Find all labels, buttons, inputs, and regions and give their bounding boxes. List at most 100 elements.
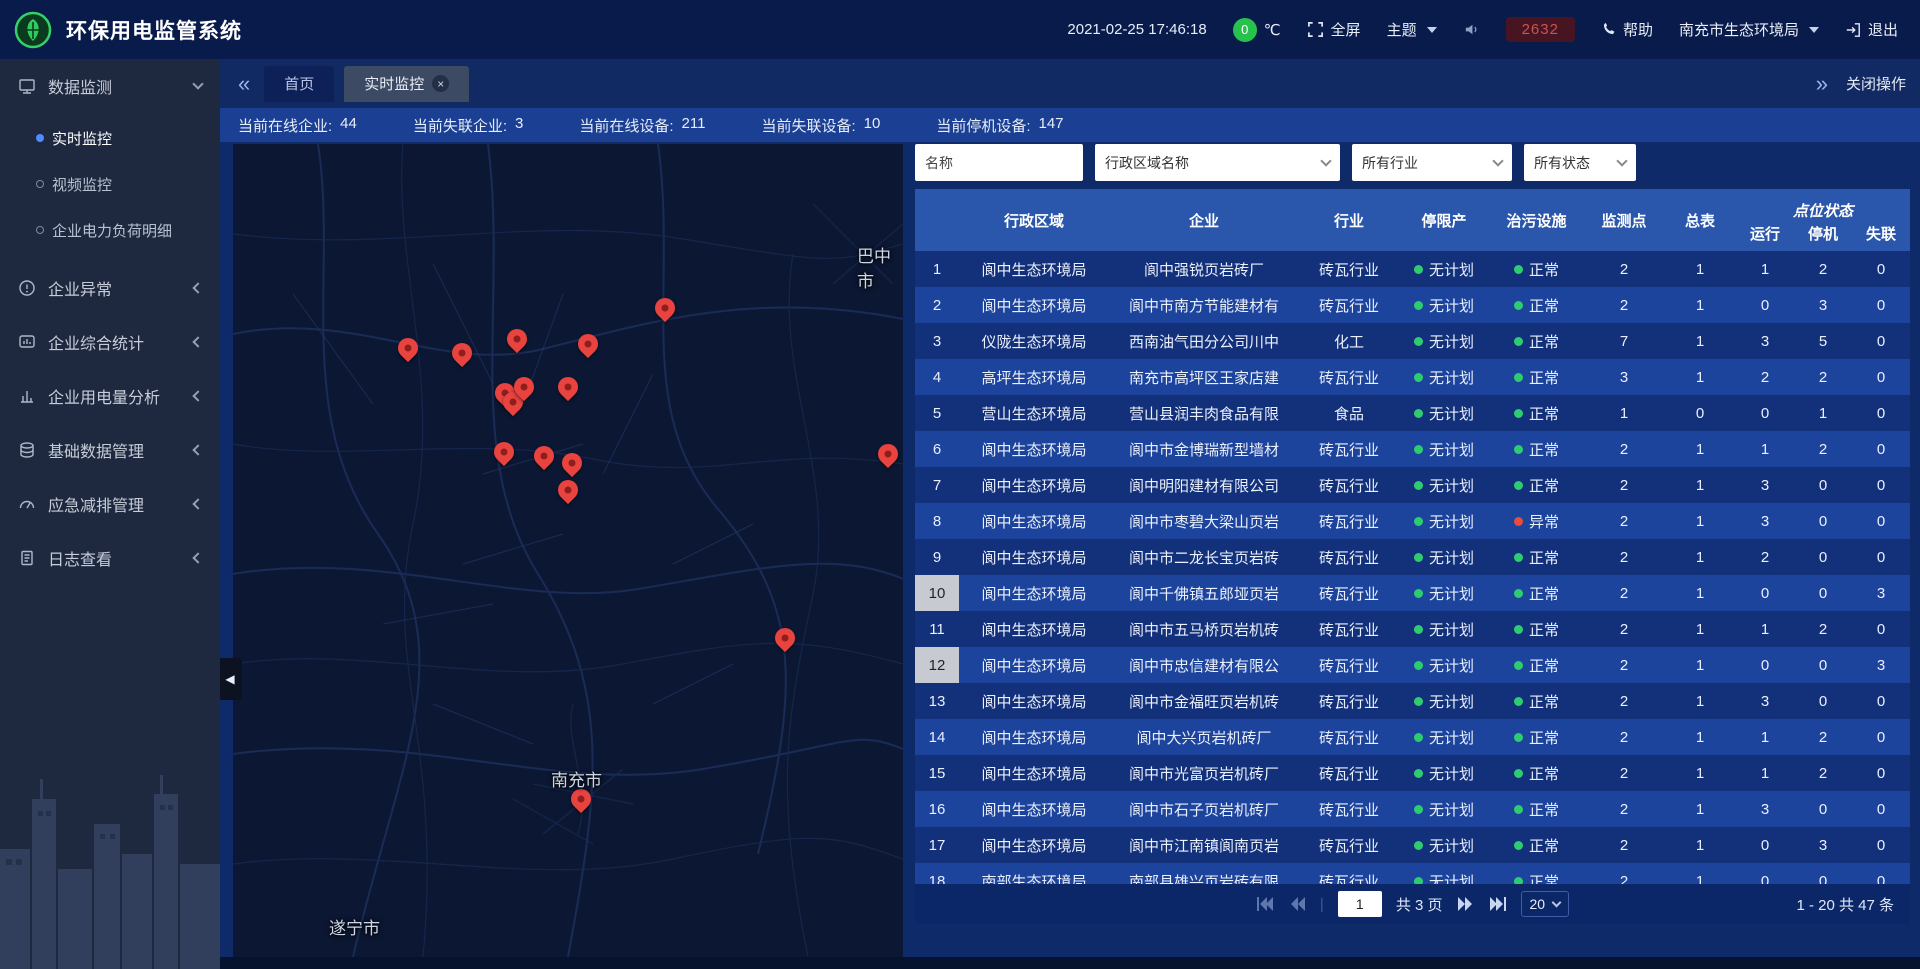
table-row[interactable]: 15阆中生态环境局阆中市光富页岩机砖厂砖瓦行业无计划正常21120 <box>915 755 1910 791</box>
sidebar-collapse-handle[interactable]: ◀ <box>218 658 242 700</box>
cell-stop: 1 <box>1794 395 1852 431</box>
tabs-scroll-left-icon[interactable]: « <box>234 73 254 95</box>
map-pin[interactable] <box>574 330 602 358</box>
sidebar-group-data-monitoring[interactable]: 数据监测 <box>0 59 220 113</box>
fullscreen-button[interactable]: 全屏 <box>1307 19 1361 40</box>
map-pin[interactable] <box>771 624 799 652</box>
cell-meter: 1 <box>1664 575 1736 611</box>
cell-index: 9 <box>915 539 959 575</box>
cell-industry: 砖瓦行业 <box>1299 863 1399 884</box>
table-row[interactable]: 13阆中生态环境局阆中市金福旺页岩机砖砖瓦行业无计划正常21300 <box>915 683 1910 719</box>
table-row[interactable]: 7阆中生态环境局阆中明阳建材有限公司砖瓦行业无计划正常21300 <box>915 467 1910 503</box>
map-pin[interactable] <box>874 440 902 468</box>
cell-industry: 砖瓦行业 <box>1299 611 1399 647</box>
table-row[interactable]: 3仪陇生态环境局西南油气田分公司川中化工无计划正常71350 <box>915 323 1910 359</box>
table-row[interactable]: 11阆中生态环境局阆中市五马桥页岩机砖砖瓦行业无计划正常21120 <box>915 611 1910 647</box>
table-row[interactable]: 1阆中生态环境局阆中强锐页岩砖厂砖瓦行业无计划正常21120 <box>915 251 1910 287</box>
table-row[interactable]: 9阆中生态环境局阆中市二龙长宝页岩砖砖瓦行业无计划正常21200 <box>915 539 1910 575</box>
sidebar-group-power-analysis[interactable]: 企业用电量分析 <box>0 369 220 423</box>
cell-run: 2 <box>1736 539 1794 575</box>
region-select[interactable]: 行政区域名称 <box>1095 144 1340 181</box>
status-select[interactable]: 所有状态 <box>1524 144 1636 181</box>
industry-select[interactable]: 所有行业 <box>1352 144 1512 181</box>
sidebar-group-enterprise-statistics[interactable]: 企业综合统计 <box>0 315 220 369</box>
notification-badge[interactable]: 2632 <box>1506 17 1575 42</box>
map-pin[interactable] <box>394 334 422 362</box>
cell-region: 阆中生态环境局 <box>959 611 1109 647</box>
status-dot-green <box>1514 301 1523 310</box>
bureau-dropdown[interactable]: 南充市生态环境局 <box>1679 19 1819 40</box>
sidebar-group-emergency-reduction[interactable]: 应急减排管理 <box>0 477 220 531</box>
name-search-input[interactable] <box>915 144 1083 181</box>
cell-facility: 正常 <box>1489 359 1584 395</box>
tab-close-icon[interactable]: × <box>432 75 449 92</box>
status-dot-green <box>1414 589 1423 598</box>
cell-region: 阆中生态环境局 <box>959 431 1109 467</box>
tab-home[interactable]: 首页 <box>264 66 334 102</box>
page-number-input[interactable] <box>1338 891 1382 917</box>
cell-company: 阆中强锐页岩砖厂 <box>1109 251 1299 287</box>
table-row[interactable]: 5营山生态环境局营山县润丰肉食品有限食品无计划正常10010 <box>915 395 1910 431</box>
tab-realtime-monitoring[interactable]: 实时监控 × <box>344 66 469 102</box>
cell-limit: 无计划 <box>1399 719 1489 755</box>
table-row[interactable]: 12阆中生态环境局阆中市忠信建材有限公砖瓦行业无计划正常21003 <box>915 647 1910 683</box>
table-row[interactable]: 10阆中生态环境局阆中千佛镇五郎垭页岩砖瓦行业无计划正常21003 <box>915 575 1910 611</box>
table-row[interactable]: 4高坪生态环境局南充市高坪区王家店建砖瓦行业无计划正常31220 <box>915 359 1910 395</box>
logout-button[interactable]: 退出 <box>1845 19 1898 40</box>
status-dot-green <box>1514 769 1523 778</box>
table-row[interactable]: 14阆中生态环境局阆中大兴页岩机砖厂砖瓦行业无计划正常21120 <box>915 719 1910 755</box>
map-pin[interactable] <box>651 294 679 322</box>
map-pin[interactable] <box>503 325 531 353</box>
cell-limit: 无计划 <box>1399 611 1489 647</box>
prev-page-button[interactable] <box>1288 896 1306 912</box>
cell-stop: 3 <box>1794 827 1852 863</box>
last-page-button[interactable] <box>1489 896 1507 912</box>
page-size-select[interactable]: 20 <box>1521 891 1570 917</box>
sidebar-group-log-view[interactable]: 日志查看 <box>0 531 220 585</box>
table-row[interactable]: 8阆中生态环境局阆中市枣碧大梁山页岩砖瓦行业无计划异常21300 <box>915 503 1910 539</box>
map-panel[interactable]: 巴中市 南充市 遂宁市 <box>233 144 903 957</box>
map-pin[interactable] <box>448 339 476 367</box>
sidebar-item-video-monitoring[interactable]: 视频监控 <box>0 161 220 207</box>
sidebar-group-enterprise-abnormal[interactable]: 企业异常 <box>0 261 220 315</box>
first-page-button[interactable] <box>1256 896 1274 912</box>
status-dot-green <box>1514 697 1523 706</box>
help-button[interactable]: 帮助 <box>1601 19 1653 40</box>
cell-meter: 1 <box>1664 359 1736 395</box>
map-pin[interactable] <box>558 449 586 477</box>
sidebar-group-base-data[interactable]: 基础数据管理 <box>0 423 220 477</box>
map-pin-layer <box>233 144 903 957</box>
status-dot-green <box>1514 877 1523 885</box>
table-row[interactable]: 16阆中生态环境局阆中市石子页岩机砖厂砖瓦行业无计划正常21300 <box>915 791 1910 827</box>
cell-lost: 0 <box>1852 755 1910 791</box>
gauge-icon <box>18 495 36 513</box>
map-pin[interactable] <box>554 476 582 504</box>
volume-button[interactable] <box>1463 21 1480 38</box>
table-row[interactable]: 17阆中生态环境局阆中市江南镇阆南页岩砖瓦行业无计划正常21030 <box>915 827 1910 863</box>
map-pin[interactable] <box>490 438 518 466</box>
next-page-button[interactable] <box>1457 896 1475 912</box>
table-row[interactable]: 2阆中生态环境局阆中市南方节能建材有砖瓦行业无计划正常21030 <box>915 287 1910 323</box>
cell-company: 阆中市南方节能建材有 <box>1109 287 1299 323</box>
close-operations-button[interactable]: 关闭操作 <box>1846 73 1906 94</box>
cell-region: 阆中生态环境局 <box>959 827 1109 863</box>
cell-industry: 砖瓦行业 <box>1299 287 1399 323</box>
tabs-scroll-right-icon[interactable]: » <box>1812 73 1832 95</box>
map-pin[interactable] <box>554 373 582 401</box>
theme-dropdown[interactable]: 主题 <box>1387 19 1437 40</box>
stat-stopped-devices: 当前停机设备:147 <box>936 115 1063 136</box>
stat-value: 44 <box>340 115 357 136</box>
table-row[interactable]: 6阆中生态环境局阆中市金博瑞新型墙材砖瓦行业无计划正常21120 <box>915 431 1910 467</box>
cell-company: 营山县润丰肉食品有限 <box>1109 395 1299 431</box>
map-pin[interactable] <box>530 442 558 470</box>
table-row[interactable]: 18南部生态环境局南部县雄兴页岩砖有限砖瓦行业无计划正常21000 <box>915 863 1910 884</box>
status-dot-green <box>1514 481 1523 490</box>
cell-limit: 无计划 <box>1399 863 1489 884</box>
sidebar-item-power-load-detail[interactable]: 企业电力负荷明细 <box>0 207 220 253</box>
top-bar: 环保用电监管系统 2021-02-25 17:46:18 0 ℃ 全屏 主题 <box>0 0 1920 59</box>
status-dot-green <box>1414 625 1423 634</box>
cell-company: 南部县雄兴页岩砖有限 <box>1109 863 1299 884</box>
cell-points: 3 <box>1584 359 1664 395</box>
sidebar-item-realtime-monitoring[interactable]: 实时监控 <box>0 115 220 161</box>
cell-limit: 无计划 <box>1399 431 1489 467</box>
